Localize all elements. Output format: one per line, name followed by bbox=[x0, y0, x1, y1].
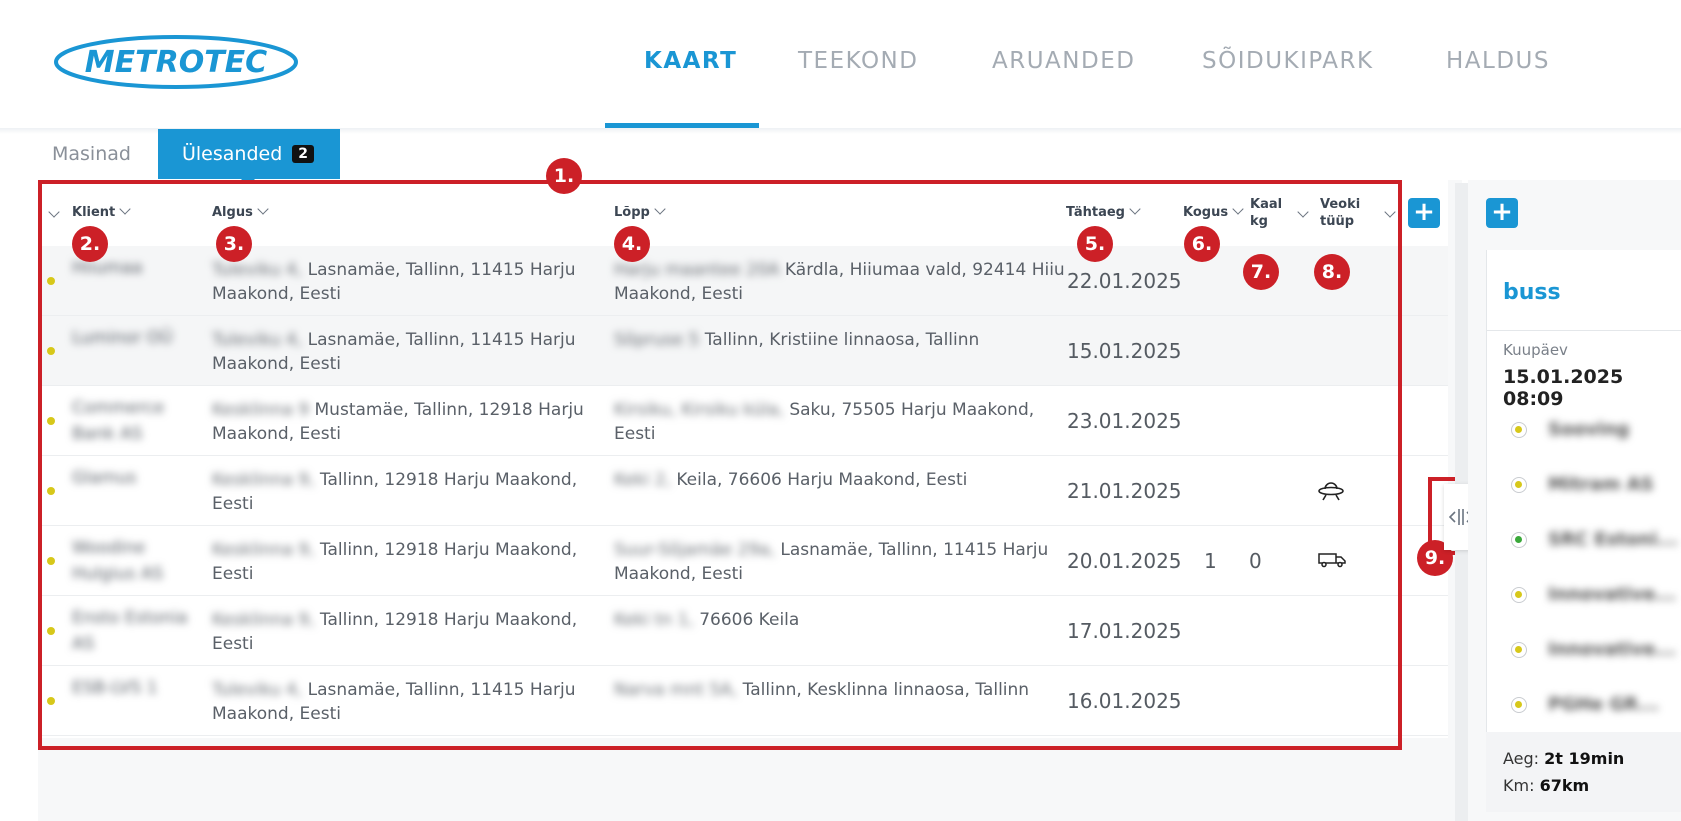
route-card-title[interactable]: buss bbox=[1503, 280, 1561, 305]
marker-1: 1. bbox=[546, 158, 582, 194]
stop-status-icon bbox=[1511, 642, 1527, 658]
nav-haldus[interactable]: HALDUS bbox=[1446, 48, 1550, 74]
stop-name[interactable]: SRC Estoni... bbox=[1548, 529, 1678, 550]
nav-soidukipark[interactable]: SÕIDUKIPARK bbox=[1202, 48, 1374, 74]
stop-name[interactable]: Innovative... bbox=[1548, 584, 1676, 605]
annotation-frame-table bbox=[38, 180, 1402, 750]
stop-status-icon bbox=[1511, 587, 1527, 603]
nav-aruanded[interactable]: ARUANDED bbox=[992, 48, 1135, 74]
stop-name[interactable]: PGHe GR... bbox=[1548, 694, 1659, 715]
nav-teekond[interactable]: TEEKOND bbox=[798, 48, 918, 74]
date-value: 15.01.2025 08:09 bbox=[1503, 366, 1624, 410]
marker-4: 4. bbox=[614, 226, 650, 262]
stop-name[interactable]: Innovative... bbox=[1548, 639, 1676, 660]
marker-8: 8. bbox=[1314, 254, 1350, 290]
stop-name[interactable]: Sooving bbox=[1548, 419, 1629, 440]
tab-tasks[interactable]: Ülesanded 2 bbox=[158, 129, 340, 179]
card-divider bbox=[1486, 330, 1681, 331]
marker-3: 3. bbox=[216, 226, 252, 262]
nav-kaart[interactable]: KAART bbox=[644, 48, 737, 74]
stop-status-icon bbox=[1511, 422, 1527, 438]
stop-name[interactable]: Mitram AS bbox=[1548, 474, 1654, 495]
app-header: METROTEC KAART TEEKOND ARUANDED SÕIDUKIP… bbox=[0, 0, 1681, 128]
marker-7: 7. bbox=[1243, 254, 1279, 290]
time-summary: Aeg: 2t 19min bbox=[1503, 749, 1625, 768]
tab-tasks-label: Ülesanded bbox=[182, 143, 283, 165]
stop-status-icon bbox=[1511, 532, 1527, 548]
brand-name: METROTEC bbox=[85, 45, 267, 80]
metrotec-logo[interactable]: METROTEC bbox=[53, 34, 299, 90]
route-summary bbox=[1486, 732, 1681, 812]
tab-machines[interactable]: Masinad bbox=[52, 129, 131, 179]
add-route-button[interactable]: + bbox=[1486, 198, 1518, 228]
add-task-button[interactable]: + bbox=[1408, 198, 1440, 228]
tasks-count-badge: 2 bbox=[292, 145, 315, 163]
date-label: Kuupäev bbox=[1503, 341, 1568, 359]
marker-6: 6. bbox=[1184, 226, 1220, 262]
distance-summary: Km: 67km bbox=[1503, 776, 1590, 795]
marker-2: 2. bbox=[72, 226, 108, 262]
stop-status-icon bbox=[1511, 477, 1527, 493]
stop-status-icon bbox=[1511, 697, 1527, 713]
marker-5: 5. bbox=[1077, 226, 1113, 262]
